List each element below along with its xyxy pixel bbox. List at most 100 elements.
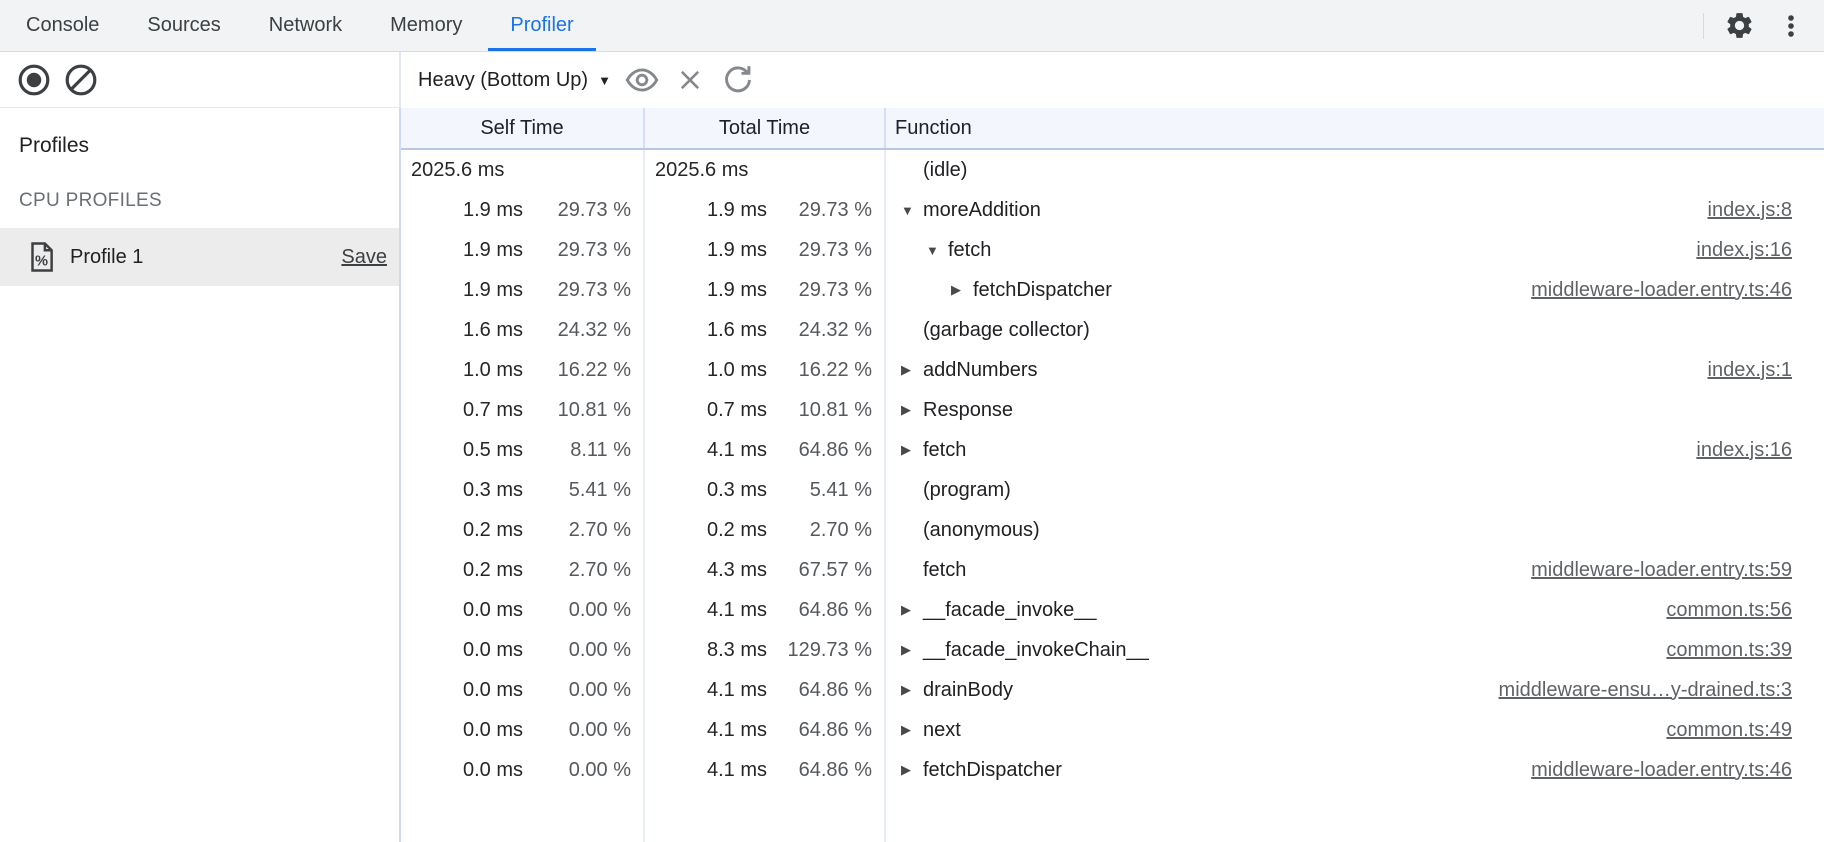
chevron-down-icon: ▼: [598, 73, 611, 88]
total-time-percent: 2.70 %: [767, 519, 884, 542]
expand-collapse-icon[interactable]: ▶: [901, 602, 923, 618]
source-link[interactable]: common.ts:39: [1666, 639, 1824, 662]
clear-icon[interactable]: [64, 63, 98, 97]
cpu-profiles-section-label: CPU PROFILES: [0, 158, 399, 212]
table-row[interactable]: 0.0 ms 0.00 % 4.1 ms 64.86 % ▶ __facade_…: [401, 590, 1824, 630]
expand-collapse-icon[interactable]: ▼: [926, 243, 948, 258]
column-header-total-time[interactable]: Total Time: [645, 108, 886, 148]
tab-profiler[interactable]: Profiler: [488, 0, 595, 51]
profiler-toolbar: Heavy (Bottom Up) ▼: [0, 52, 1824, 108]
table-row[interactable]: 0.2 ms 2.70 % 4.3 ms 67.57 % fetch middl…: [401, 550, 1824, 590]
table-row[interactable]: 1.6 ms 24.32 % 1.6 ms 24.32 % (garbage c…: [401, 310, 1824, 350]
function-name: moreAddition: [923, 199, 1041, 222]
total-time-percent: 29.73 %: [767, 239, 884, 262]
column-header-function[interactable]: Function: [886, 108, 1824, 148]
profiles-heading: Profiles: [0, 108, 399, 158]
source-link[interactable]: common.ts:49: [1666, 719, 1824, 742]
function-cell: ▶ fetchDispatcher middleware-loader.entr…: [886, 750, 1824, 790]
table-row[interactable]: 0.0 ms 0.00 % 8.3 ms 129.73 % ▶ __facade…: [401, 630, 1824, 670]
total-time-ms: 4.1 ms: [645, 599, 767, 622]
function-name: drainBody: [923, 679, 1013, 702]
table-row[interactable]: 0.2 ms 2.70 % 0.2 ms 2.70 % (anonymous): [401, 510, 1824, 550]
self-time-percent: 0.00 %: [523, 719, 643, 742]
self-time-ms: 1.9 ms: [401, 239, 523, 262]
view-mode-dropdown[interactable]: Heavy (Bottom Up) ▼: [418, 69, 611, 92]
expand-collapse-icon[interactable]: ▶: [901, 362, 923, 378]
source-link[interactable]: middleware-loader.entry.ts:59: [1531, 559, 1824, 582]
expand-collapse-icon[interactable]: ▶: [901, 642, 923, 658]
expand-collapse-icon[interactable]: ▶: [901, 442, 923, 458]
settings-gear-icon[interactable]: [1722, 9, 1756, 43]
table-row[interactable]: 1.0 ms 16.22 % 1.0 ms 16.22 % ▶ addNumbe…: [401, 350, 1824, 390]
table-row[interactable]: 1.9 ms 29.73 % 1.9 ms 29.73 % ▼ fetch in…: [401, 230, 1824, 270]
self-time-ms: 1.9 ms: [401, 199, 523, 222]
delete-x-icon[interactable]: [673, 63, 707, 97]
function-cell: fetch middleware-loader.entry.ts:59: [886, 550, 1824, 590]
expand-collapse-icon[interactable]: ▼: [901, 203, 923, 218]
total-time-percent: 5.41 %: [767, 479, 884, 502]
grid-empty-area: [401, 790, 1824, 842]
self-time-percent: 29.73 %: [523, 199, 643, 222]
table-row[interactable]: 0.0 ms 0.00 % 4.1 ms 64.86 % ▶ drainBody…: [401, 670, 1824, 710]
source-link[interactable]: middleware-ensu…y-drained.ts:3: [1499, 679, 1824, 702]
table-row[interactable]: 1.9 ms 29.73 % 1.9 ms 29.73 % ▼ moreAddi…: [401, 190, 1824, 230]
self-time-cell: 0.2 ms 2.70 %: [401, 510, 645, 550]
tab-sources[interactable]: Sources: [125, 0, 242, 51]
source-link[interactable]: index.js:16: [1696, 439, 1824, 462]
self-time-percent: 5.41 %: [523, 479, 643, 502]
table-row[interactable]: 0.5 ms 8.11 % 4.1 ms 64.86 % ▶ fetch ind…: [401, 430, 1824, 470]
total-time-percent: 64.86 %: [767, 759, 884, 782]
expand-collapse-icon[interactable]: ▶: [901, 682, 923, 698]
expand-collapse-icon[interactable]: ▶: [901, 762, 923, 778]
table-row[interactable]: 0.0 ms 0.00 % 4.1 ms 64.86 % ▶ next comm…: [401, 710, 1824, 750]
record-icon[interactable]: [17, 63, 51, 97]
profiler-main: Profiles CPU PROFILES % Profile 1 Save S…: [0, 108, 1824, 842]
tab-strip: ConsoleSourcesNetworkMemoryProfiler: [0, 0, 598, 51]
total-time-cell: 0.7 ms 10.81 %: [645, 390, 886, 430]
tab-memory[interactable]: Memory: [368, 0, 484, 51]
total-time-cell: 4.1 ms 64.86 %: [645, 710, 886, 750]
sidebar-item-profile-1[interactable]: % Profile 1 Save: [0, 228, 399, 286]
table-row[interactable]: 0.3 ms 5.41 % 0.3 ms 5.41 % (program): [401, 470, 1824, 510]
self-time-ms: 0.2 ms: [401, 559, 523, 582]
save-profile-link[interactable]: Save: [341, 246, 387, 269]
function-cell: ▶ next common.ts:49: [886, 710, 1824, 750]
total-time-cell: 8.3 ms 129.73 %: [645, 630, 886, 670]
reload-icon[interactable]: [721, 63, 755, 97]
self-time-cell: 0.0 ms 0.00 %: [401, 750, 645, 790]
function-name: (program): [923, 479, 1011, 502]
total-time-ms: 1.9 ms: [645, 199, 767, 222]
tab-bar-divider: [1703, 13, 1704, 39]
preview-eye-icon[interactable]: [625, 63, 659, 97]
source-link[interactable]: middleware-loader.entry.ts:46: [1531, 279, 1824, 302]
tab-network[interactable]: Network: [247, 0, 364, 51]
expand-collapse-icon[interactable]: ▶: [901, 402, 923, 418]
table-row[interactable]: 0.0 ms 0.00 % 4.1 ms 64.86 % ▶ fetchDisp…: [401, 750, 1824, 790]
table-row[interactable]: 0.7 ms 10.81 % 0.7 ms 10.81 % ▶ Response: [401, 390, 1824, 430]
total-time-ms: 4.3 ms: [645, 559, 767, 582]
tab-console[interactable]: Console: [4, 0, 121, 51]
total-time-percent: 64.86 %: [767, 439, 884, 462]
self-time-ms: 2025.6 ms: [401, 159, 504, 182]
more-vertical-icon[interactable]: [1774, 9, 1808, 43]
self-time-percent: 24.32 %: [523, 319, 643, 342]
function-cell: (idle): [886, 150, 1824, 190]
function-name: fetch: [923, 439, 966, 462]
total-time-cell: 4.1 ms 64.86 %: [645, 590, 886, 630]
source-link[interactable]: index.js:1: [1708, 359, 1824, 382]
total-time-ms: 4.1 ms: [645, 759, 767, 782]
source-link[interactable]: index.js:16: [1696, 239, 1824, 262]
expand-collapse-icon[interactable]: ▶: [901, 722, 923, 738]
column-header-self-time[interactable]: Self Time: [401, 108, 645, 148]
function-name: next: [923, 719, 961, 742]
expand-collapse-icon[interactable]: ▶: [951, 282, 973, 298]
self-time-percent: 0.00 %: [523, 599, 643, 622]
function-name: Response: [923, 399, 1013, 422]
total-time-cell: 2025.6 ms: [645, 150, 886, 190]
table-row[interactable]: 2025.6 ms 2025.6 ms (idle): [401, 150, 1824, 190]
table-row[interactable]: 1.9 ms 29.73 % 1.9 ms 29.73 % ▶ fetchDis…: [401, 270, 1824, 310]
source-link[interactable]: common.ts:56: [1666, 599, 1824, 622]
total-time-cell: 4.1 ms 64.86 %: [645, 750, 886, 790]
source-link[interactable]: middleware-loader.entry.ts:46: [1531, 759, 1824, 782]
source-link[interactable]: index.js:8: [1708, 199, 1824, 222]
